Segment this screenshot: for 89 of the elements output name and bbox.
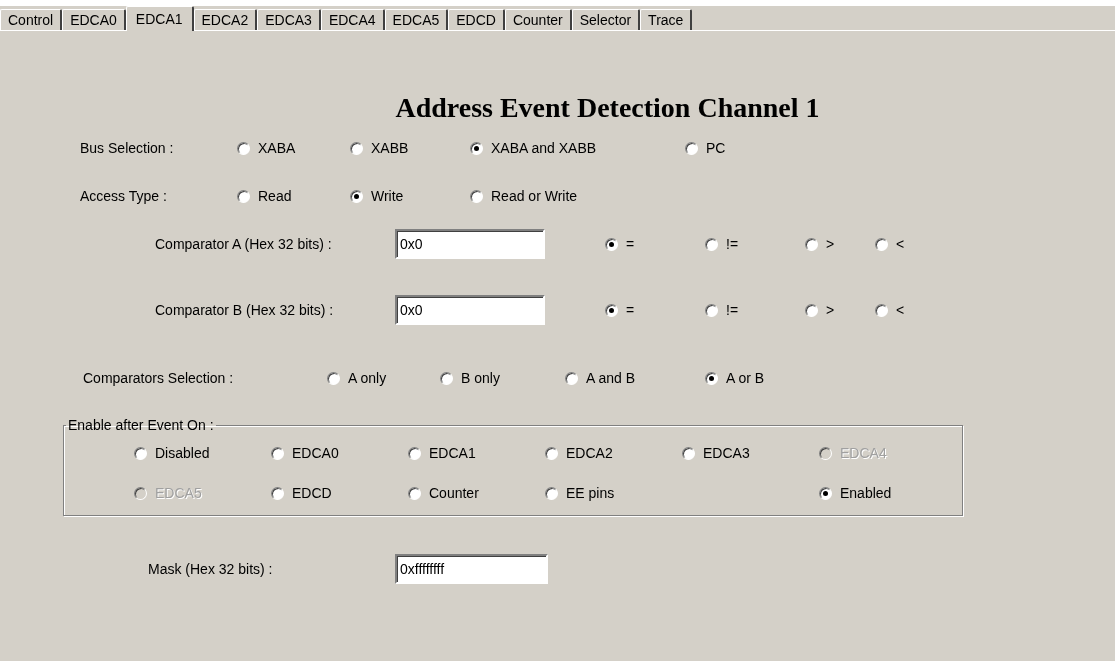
radio-option[interactable]: Disabled bbox=[134, 445, 271, 461]
radio-option[interactable]: EDCA0 bbox=[271, 445, 408, 461]
radio-label: A or B bbox=[726, 370, 765, 386]
radio-label: = bbox=[626, 302, 635, 318]
radio-option[interactable]: EDCA2 bbox=[545, 445, 682, 461]
radio-label: EDCA1 bbox=[429, 445, 476, 461]
tab[interactable]: Trace bbox=[640, 9, 693, 30]
radio-button[interactable] bbox=[327, 371, 340, 385]
hex-input-field[interactable]: 0x0 bbox=[395, 229, 545, 259]
radio-option[interactable]: > bbox=[805, 302, 875, 318]
tab[interactable]: EDCA1 bbox=[125, 6, 194, 31]
radio-label: XABB bbox=[371, 140, 409, 156]
radio-label: Read bbox=[258, 188, 292, 204]
radio-option[interactable]: EDCD bbox=[271, 485, 408, 501]
radio-option[interactable]: XABA bbox=[237, 140, 350, 156]
radio-label: > bbox=[826, 236, 835, 252]
radio-label: Write bbox=[371, 188, 404, 204]
radio-option[interactable]: EDCA1 bbox=[408, 445, 545, 461]
radio-label: EDCA2 bbox=[566, 445, 613, 461]
radio-option[interactable]: A and B bbox=[565, 370, 705, 386]
radio-option[interactable]: XABA and XABB bbox=[470, 140, 685, 156]
radio-label: A only bbox=[348, 370, 387, 386]
radio-label: Enabled bbox=[840, 485, 892, 501]
radio-option[interactable]: Counter bbox=[408, 485, 545, 501]
radio-button[interactable] bbox=[271, 486, 284, 500]
radio-button[interactable] bbox=[237, 141, 250, 155]
field-label: Comparators Selection : bbox=[83, 370, 235, 386]
tab[interactable]: Selector bbox=[571, 9, 641, 30]
tab[interactable]: Control bbox=[0, 9, 63, 30]
radio-label: XABA bbox=[258, 140, 296, 156]
radio-label: B only bbox=[461, 370, 500, 386]
radio-option[interactable]: = bbox=[605, 302, 705, 318]
radio-option[interactable]: != bbox=[705, 302, 805, 318]
field-label: Bus Selection : bbox=[80, 140, 175, 156]
radio-option[interactable]: Write bbox=[350, 188, 470, 204]
radio-label: > bbox=[826, 302, 835, 318]
radio-label: != bbox=[726, 236, 739, 252]
radio-label: PC bbox=[706, 140, 726, 156]
radio-button[interactable] bbox=[705, 303, 718, 317]
field-label: Mask (Hex 32 bits) : bbox=[148, 561, 274, 577]
radio-label: XABA and XABB bbox=[491, 140, 597, 156]
radio-label: A and B bbox=[586, 370, 636, 386]
radio-button[interactable] bbox=[605, 303, 618, 317]
radio-label: Read or Write bbox=[491, 188, 578, 204]
field-label: Access Type : bbox=[80, 188, 168, 204]
radio-option[interactable]: A or B bbox=[705, 370, 805, 386]
radio-label: < bbox=[896, 236, 905, 252]
radio-option[interactable]: EDCA3 bbox=[682, 445, 819, 461]
radio-label: Disabled bbox=[155, 445, 210, 461]
radio-label: EDCA3 bbox=[703, 445, 750, 461]
radio-label: < bbox=[896, 302, 905, 318]
radio-option[interactable]: A only bbox=[327, 370, 440, 386]
tab[interactable]: EDCA4 bbox=[320, 9, 385, 30]
group-title: Enable after Event On : bbox=[67, 417, 215, 433]
hex-input-field[interactable]: 0x0 bbox=[395, 295, 545, 325]
field-label: Comparator B (Hex 32 bits) : bbox=[155, 302, 335, 318]
tab[interactable]: EDCA3 bbox=[257, 9, 321, 30]
radio-label: = bbox=[626, 236, 635, 252]
radio-button[interactable] bbox=[682, 446, 695, 460]
radio-option[interactable]: < bbox=[875, 236, 945, 252]
radio-label: EDCD bbox=[292, 485, 332, 501]
radio-label: EDCA0 bbox=[292, 445, 339, 461]
radio-option[interactable]: Read bbox=[237, 188, 350, 204]
radio-option[interactable]: PC bbox=[685, 140, 785, 156]
radio-option[interactable]: EE pins bbox=[545, 485, 682, 501]
page-title: Address Event Detection Channel 1 bbox=[394, 93, 821, 123]
radio-option[interactable]: = bbox=[605, 236, 705, 252]
radio-option[interactable]: != bbox=[705, 236, 805, 252]
radio-button[interactable] bbox=[545, 486, 558, 500]
radio-option[interactable]: Read or Write bbox=[470, 188, 670, 204]
radio-button[interactable] bbox=[805, 237, 818, 251]
radio-button[interactable] bbox=[271, 446, 284, 460]
radio-option[interactable]: XABB bbox=[350, 140, 470, 156]
radio-button[interactable] bbox=[470, 189, 483, 203]
radio-option[interactable]: < bbox=[875, 302, 945, 318]
tab[interactable]: EDCA2 bbox=[193, 9, 258, 30]
radio-button[interactable] bbox=[237, 189, 250, 203]
field-label: Comparator A (Hex 32 bits) : bbox=[155, 236, 333, 252]
tab[interactable]: EDCA0 bbox=[62, 9, 126, 30]
tab[interactable]: Counter bbox=[504, 9, 572, 30]
radio-option[interactable]: B only bbox=[440, 370, 565, 386]
radio-label: EE pins bbox=[566, 485, 615, 501]
hex-input-field[interactable]: 0xffffffff bbox=[395, 554, 548, 584]
radio-option[interactable]: > bbox=[805, 236, 875, 252]
radio-label: Counter bbox=[429, 485, 479, 501]
tab[interactable]: EDCD bbox=[448, 9, 505, 30]
tab[interactable]: EDCA5 bbox=[384, 9, 449, 30]
radio-label: != bbox=[726, 302, 739, 318]
radio-option[interactable]: Enabled bbox=[819, 485, 956, 501]
